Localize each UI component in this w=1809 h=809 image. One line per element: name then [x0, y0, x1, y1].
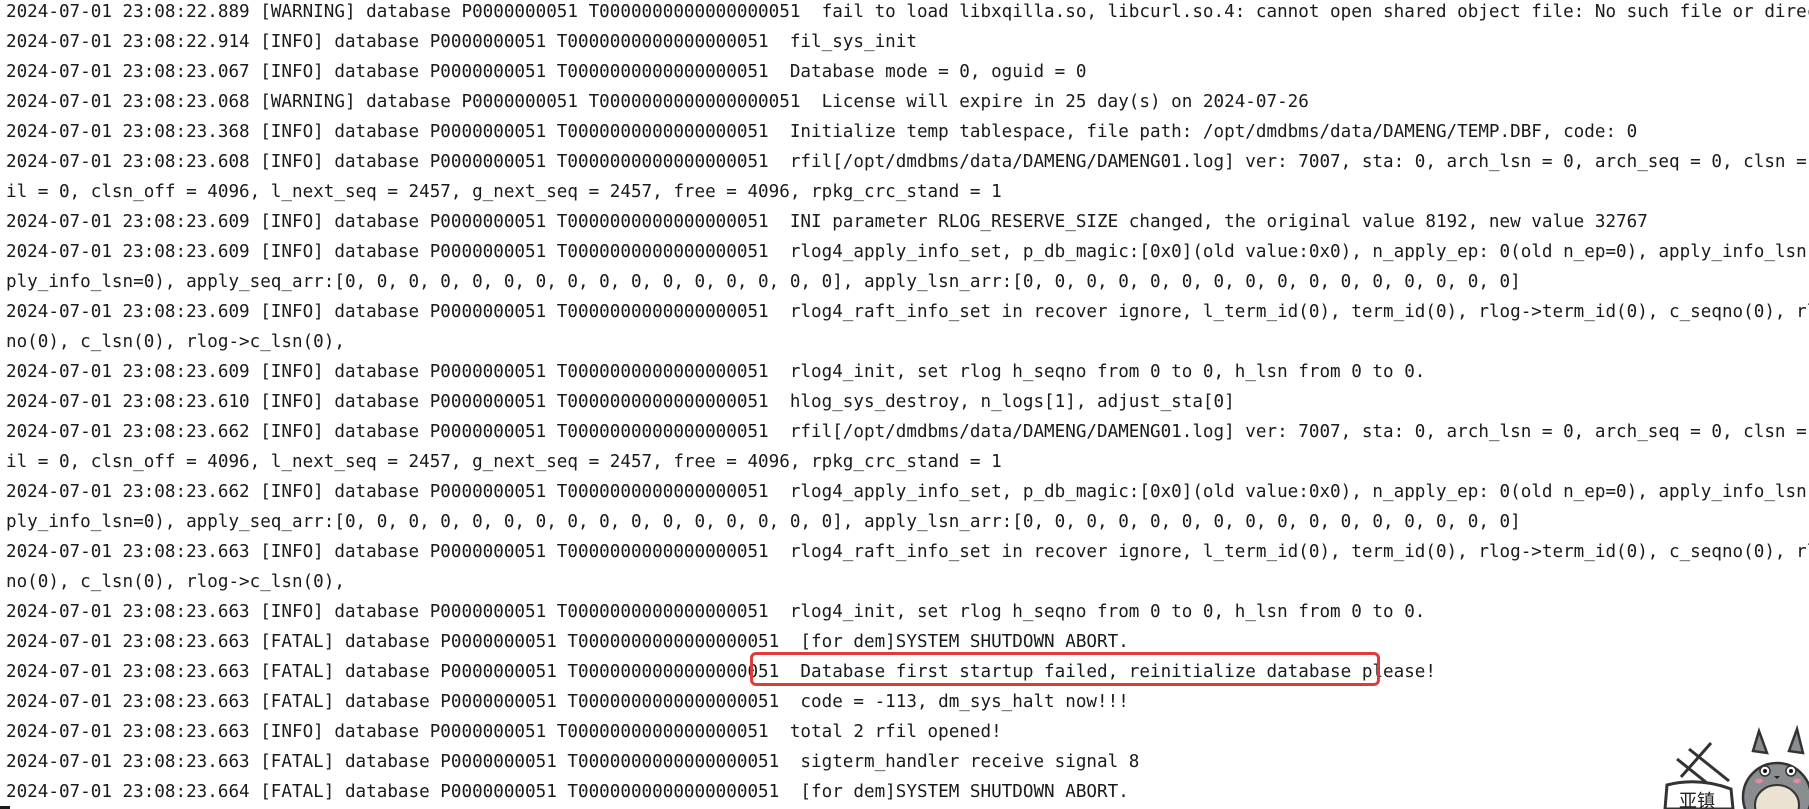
log-line-wrap: no(0), c_lsn(0), rlog->c_lsn(0),: [6, 572, 345, 592]
log-line: 2024-07-01 23:08:22.914 [INFO] database …: [6, 32, 917, 52]
log-viewer: 2024-07-01 23:08:22.889 [WARNING] databa…: [6, 0, 1809, 809]
log-line-wrap: no(0), c_lsn(0), rlog->c_lsn(0),: [6, 332, 345, 352]
watermark-mascot: 亚镇: [1659, 719, 1809, 809]
log-line: 2024-07-01 23:08:23.609 [INFO] database …: [6, 242, 1809, 262]
log-line-fatal: 2024-07-01 23:08:23.663 [FATAL] database…: [6, 692, 1129, 712]
log-line: 2024-07-01 23:08:23.609 [INFO] database …: [6, 212, 1648, 232]
log-line: 2024-07-01 23:08:23.610 [INFO] database …: [6, 392, 1235, 412]
watermark-text: 亚镇: [1679, 791, 1715, 809]
log-line: 2024-07-01 23:08:23.663 [INFO] database …: [6, 542, 1809, 562]
log-line-fatal: 2024-07-01 23:08:23.663 [FATAL] database…: [6, 752, 1140, 772]
log-line: 2024-07-01 23:08:23.662 [INFO] database …: [6, 422, 1809, 442]
log-line: 2024-07-01 23:08:23.663 [INFO] database …: [6, 602, 1426, 622]
log-line: 2024-07-01 23:08:23.368 [INFO] database …: [6, 122, 1638, 142]
log-line: 2024-07-01 23:08:23.068 [WARNING] databa…: [6, 92, 1309, 112]
log-line-wrap: il = 0, clsn_off = 4096, l_next_seq = 24…: [6, 452, 1002, 472]
log-line: 2024-07-01 23:08:23.609 [INFO] database …: [6, 362, 1426, 382]
log-line: 2024-07-01 23:08:23.608 [INFO] database …: [6, 152, 1809, 172]
log-line-wrap: il = 0, clsn_off = 4096, l_next_seq = 24…: [6, 182, 1002, 202]
log-line-wrap: ply_info_lsn=0), apply_seq_arr:[0, 0, 0,…: [6, 272, 1521, 292]
log-line-wrap: ply_info_lsn=0), apply_seq_arr:[0, 0, 0,…: [6, 512, 1521, 532]
log-line: 2024-07-01 23:08:23.662 [INFO] database …: [6, 482, 1809, 502]
log-line: 2024-07-01 23:08:23.609 [INFO] database …: [6, 302, 1809, 322]
log-line: 2024-07-01 23:08:23.663 [INFO] database …: [6, 722, 1002, 742]
log-line-fatal: 2024-07-01 23:08:23.663 [FATAL] database…: [6, 632, 1129, 652]
log-line-fatal-highlighted: 2024-07-01 23:08:23.663 [FATAL] database…: [6, 662, 1436, 682]
log-line: 2024-07-01 23:08:22.889 [WARNING] databa…: [6, 2, 1809, 22]
totoro-mascot-icon: 亚镇: [1663, 724, 1809, 809]
log-line-fatal: 2024-07-01 23:08:23.664 [FATAL] database…: [6, 782, 1129, 802]
log-line: 2024-07-01 23:08:23.067 [INFO] database …: [6, 62, 1087, 82]
